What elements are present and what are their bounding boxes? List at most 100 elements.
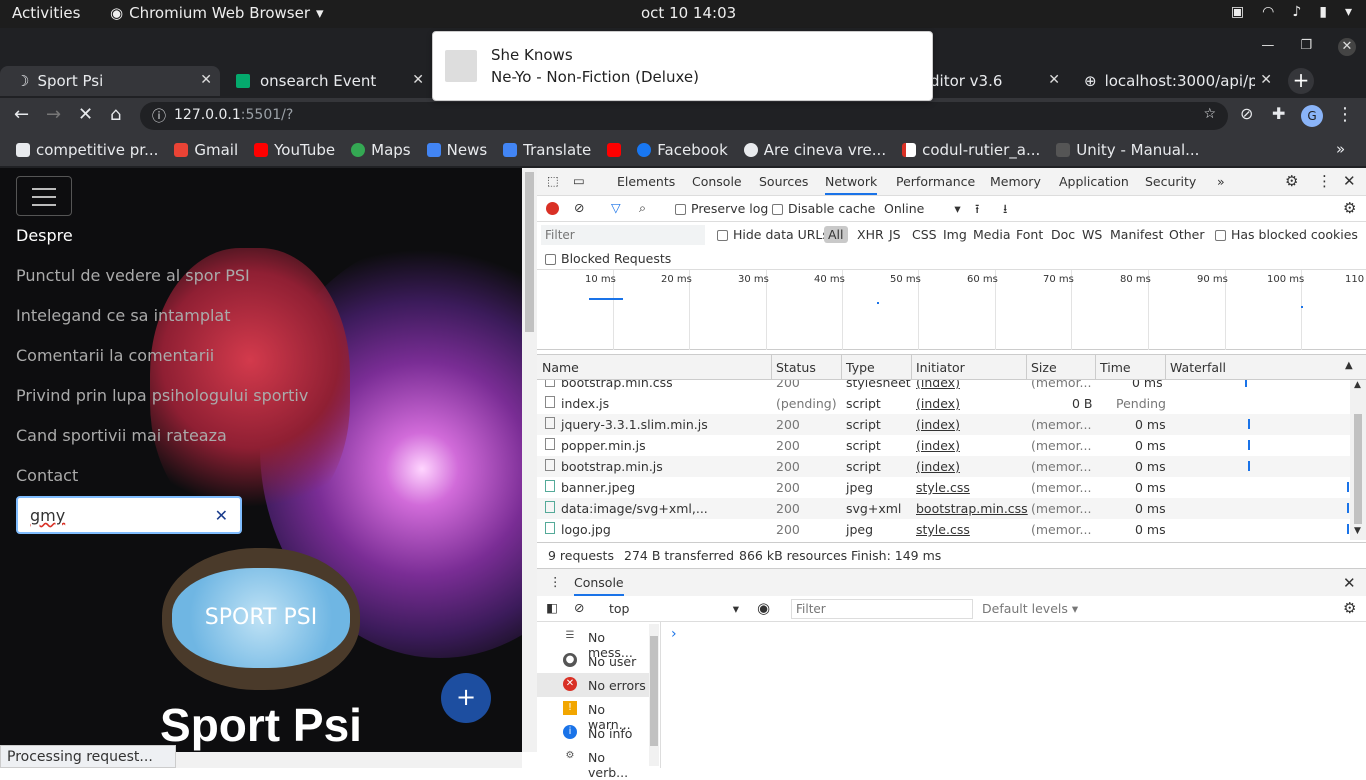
sort-up-icon[interactable]: ▲	[1345, 360, 1353, 371]
table-row[interactable]: data:image/svg+xml,... 200 svg+xml boots…	[537, 498, 1350, 519]
sidebar-toggle-icon[interactable]: ◧	[546, 600, 558, 615]
column-time[interactable]: Time	[1100, 360, 1131, 375]
new-tab-button[interactable]: +	[1288, 68, 1314, 94]
nav-link-privind[interactable]: Privind prin lupa psihologului sportiv	[16, 386, 308, 405]
sidebar-item-user[interactable]: ●No user ...	[537, 649, 649, 684]
scroll-up-icon[interactable]: ▲	[1354, 380, 1361, 390]
console-prompt[interactable]: ›	[671, 626, 677, 642]
type-filter-doc[interactable]: Doc	[1051, 227, 1075, 242]
sidebar-item-warnings[interactable]: ! No warn...	[537, 697, 649, 732]
export-har-icon[interactable]: ⭳	[1003, 200, 1007, 221]
bookmark-competitive[interactable]: competitive pr...	[16, 141, 158, 159]
console-filter-input[interactable]	[791, 599, 973, 619]
bookmark-maps[interactable]: Maps	[351, 141, 411, 159]
search-icon[interactable]: ⌕	[639, 200, 646, 216]
hide-data-urls-checkbox[interactable]: Hide data URLs	[717, 227, 829, 242]
close-drawer-icon[interactable]: ✕	[1343, 574, 1356, 592]
type-filter-img[interactable]: Img	[943, 227, 967, 242]
type-filter-css[interactable]: CSS	[912, 227, 937, 242]
table-row[interactable]: index.js (pending) script (index) 0 B Pe…	[537, 393, 1350, 414]
import-har-icon[interactable]: ⭱	[975, 200, 979, 221]
scroll-thumb[interactable]	[650, 636, 658, 746]
media-notification[interactable]: She Knows Ne-Yo - Non-Fiction (Deluxe)	[432, 31, 933, 101]
table-row[interactable]: bootstrap.min.js 200 script (index) (mem…	[537, 456, 1350, 477]
more-menu-icon[interactable]: ⋮	[1317, 172, 1332, 190]
nav-link-punctul[interactable]: Punctul de vedere al spor PSI	[16, 266, 250, 285]
tab-sources[interactable]: Sources	[759, 174, 808, 189]
tab-console[interactable]: Console	[692, 174, 742, 189]
context-select[interactable]: top ▾	[609, 601, 739, 616]
sidebar-scrollbar[interactable]	[649, 624, 659, 766]
nav-link-contact[interactable]: Contact	[16, 466, 78, 485]
inspect-icon[interactable]: ⬚	[547, 173, 559, 188]
network-settings-icon[interactable]: ⚙	[1343, 199, 1356, 217]
type-filter-manifest[interactable]: Manifest	[1110, 227, 1163, 242]
table-row[interactable]: banner.jpeg 200 jpeg style.css (memor...…	[537, 477, 1350, 498]
activities-button[interactable]: Activities	[12, 4, 80, 22]
table-scrollbar[interactable]: ▲ ▼	[1350, 380, 1366, 540]
system-tray[interactable]: ▣ ◠ ♪ ▮ ▾	[1231, 4, 1352, 20]
close-tab-icon[interactable]: ✕	[200, 72, 212, 88]
has-blocked-cookies-checkbox[interactable]: Has blocked cookies	[1215, 227, 1358, 242]
nav-link-despre[interactable]: Despre	[16, 226, 73, 245]
nav-link-cand[interactable]: Cand sportivii mai rateaza	[16, 426, 227, 445]
tab-network[interactable]: Network	[825, 174, 878, 195]
live-expression-icon[interactable]: ◉	[757, 599, 770, 617]
bookmark-codul-rutier[interactable]: codul-rutier_a...	[902, 141, 1040, 159]
device-toolbar-icon[interactable]: ▭	[573, 173, 585, 188]
sidebar-item-errors[interactable]: ✕ No errors	[537, 673, 649, 697]
app-menu[interactable]: ◉ Chromium Web Browser ▾	[110, 4, 324, 22]
tab-application[interactable]: Application	[1059, 174, 1129, 189]
tab-sport-psi[interactable]: ☽ Sport Psi ✕	[0, 66, 220, 96]
stop-icon[interactable]: ✕	[78, 104, 93, 125]
bookmark-gmail[interactable]: Gmail	[174, 141, 238, 159]
console-settings-icon[interactable]: ⚙	[1343, 599, 1356, 617]
bookmark-news[interactable]: News	[426, 141, 487, 159]
table-row[interactable]: jquery-3.3.1.slim.min.js 200 script (ind…	[537, 414, 1350, 435]
disable-cache-checkbox[interactable]: Disable cache	[772, 201, 875, 216]
record-icon[interactable]	[546, 202, 559, 215]
blocked-requests-checkbox[interactable]: Blocked Requests	[545, 251, 671, 266]
throttling-select[interactable]: Online ▾	[884, 201, 961, 216]
page-scrollbar[interactable]	[522, 168, 537, 752]
maximize-icon[interactable]: ❐	[1300, 38, 1312, 56]
address-bar[interactable]: ⓘ 127.0.0.1:5501/? ☆	[140, 102, 1228, 130]
close-tab-icon[interactable]: ✕	[412, 72, 424, 88]
forward-icon[interactable]: →	[46, 104, 61, 125]
tab-memory[interactable]: Memory	[990, 174, 1041, 189]
type-filter-font[interactable]: Font	[1016, 227, 1043, 242]
type-filter-js[interactable]: JS	[889, 227, 901, 242]
close-window-icon[interactable]: ✕	[1338, 38, 1356, 56]
menu-icon[interactable]: ⋮	[1336, 104, 1354, 125]
column-size[interactable]: Size	[1031, 360, 1057, 375]
column-status[interactable]: Status	[776, 360, 816, 375]
type-filter-other[interactable]: Other	[1169, 227, 1205, 242]
drawer-menu-icon[interactable]: ⋮	[549, 574, 562, 589]
scroll-thumb[interactable]	[1354, 414, 1362, 524]
type-filter-all[interactable]: All	[824, 226, 848, 243]
network-overview[interactable]: 10 ms 20 ms 30 ms 40 ms 50 ms 60 ms 70 m…	[537, 270, 1366, 350]
block-extension-icon[interactable]: ⊘	[1240, 104, 1253, 123]
clear-console-icon[interactable]: ⊘	[574, 600, 584, 615]
extensions-icon[interactable]: ✚	[1272, 104, 1285, 123]
bookmark-are-cineva[interactable]: Are cineva vre...	[743, 141, 886, 159]
search-input[interactable]: gmy ✕	[16, 496, 242, 534]
column-name[interactable]: Name	[542, 360, 579, 375]
back-icon[interactable]: ←	[14, 104, 29, 125]
clear-search-icon[interactable]: ✕	[215, 506, 228, 525]
nav-link-intelegand[interactable]: Intelegand ce sa intamplat	[16, 306, 231, 325]
tab-localhost-api[interactable]: ⊕ localhost:3000/api/pc ✕	[1068, 66, 1280, 96]
navbar-toggler[interactable]	[16, 176, 72, 216]
bookmark-star-icon[interactable]: ☆	[1203, 106, 1216, 122]
bookmark-youtube[interactable]: YouTube	[254, 141, 335, 159]
type-filter-media[interactable]: Media	[973, 227, 1011, 242]
bookmark-facebook[interactable]: Facebook	[637, 141, 728, 159]
bookmark-unity[interactable]: Unity - Manual...	[1056, 141, 1199, 159]
tab-editor[interactable]: ditor v3.6 ✕	[912, 66, 1068, 96]
tab-performance[interactable]: Performance	[896, 174, 975, 189]
more-tabs-icon[interactable]: »	[1217, 174, 1225, 189]
bookmark-translate[interactable]: Translate	[503, 141, 591, 159]
sidebar-item-info[interactable]: i No info	[537, 721, 649, 745]
scroll-thumb[interactable]	[525, 172, 534, 332]
minimize-icon[interactable]: —	[1261, 38, 1274, 56]
